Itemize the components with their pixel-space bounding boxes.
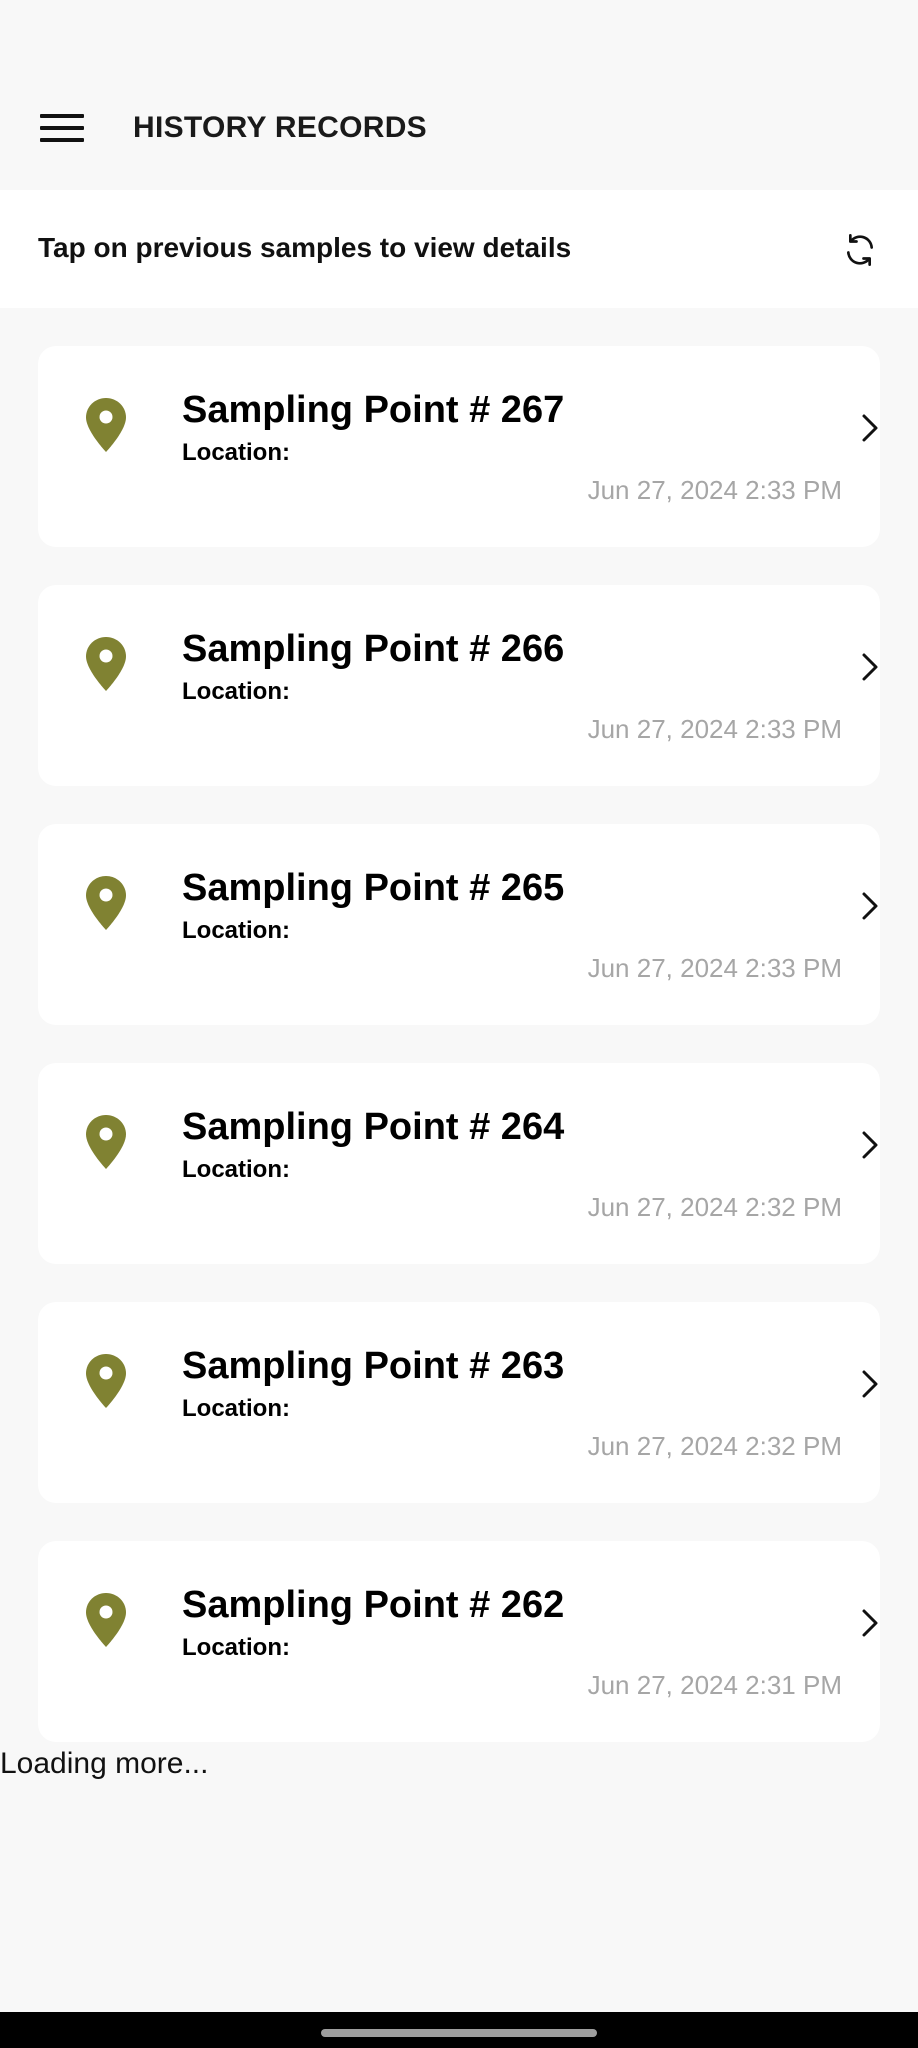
record-location-label: Location: — [182, 439, 290, 466]
record-location-label: Location: — [182, 1395, 290, 1422]
refresh-icon[interactable] — [840, 230, 880, 270]
app-bar: HISTORY RECORDS — [0, 80, 918, 190]
home-indicator[interactable] — [321, 2029, 597, 2037]
record-location-label: Location: — [182, 917, 290, 944]
record-title: Sampling Point # 264 — [182, 1106, 565, 1148]
record-card[interactable]: Sampling Point # 265 Location: Jun 27, 202… — [38, 824, 880, 1025]
location-pin-icon — [84, 635, 128, 693]
record-location-label: Location: — [182, 1156, 290, 1183]
chevron-right-icon[interactable] — [856, 649, 884, 685]
chevron-right-icon[interactable] — [856, 1127, 884, 1163]
record-card[interactable]: Sampling Point # 267 Location: Jun 27, 202… — [38, 346, 880, 547]
status-bar — [0, 0, 918, 80]
record-timestamp: Jun 27, 2024 2:32 PM — [587, 1192, 842, 1222]
chevron-right-icon[interactable] — [856, 1366, 884, 1402]
record-timestamp: Jun 27, 2024 2:31 PM — [587, 1670, 842, 1700]
subheader: Tap on previous samples to view details — [0, 190, 918, 308]
record-timestamp: Jun 27, 2024 2:33 PM — [587, 475, 842, 505]
chevron-right-icon[interactable] — [856, 1605, 884, 1641]
record-card[interactable]: Sampling Point # 262 Location: Jun 27, 202… — [38, 1541, 880, 1742]
record-card[interactable]: Sampling Point # 266 Location: Jun 27, 202… — [38, 585, 880, 786]
instruction-text: Tap on previous samples to view details — [38, 232, 572, 263]
location-pin-icon — [84, 1352, 128, 1410]
hamburger-menu-icon[interactable] — [38, 108, 86, 148]
record-title: Sampling Point # 265 — [182, 867, 565, 909]
chevron-right-icon[interactable] — [856, 410, 884, 446]
navigation-bar — [0, 2012, 918, 2048]
chevron-right-icon[interactable] — [856, 888, 884, 924]
record-timestamp: Jun 27, 2024 2:32 PM — [587, 1431, 842, 1461]
location-pin-icon — [84, 1113, 128, 1171]
location-pin-icon — [84, 396, 128, 454]
record-title: Sampling Point # 266 — [182, 628, 565, 670]
record-location-label: Location: — [182, 1634, 290, 1661]
record-timestamp: Jun 27, 2024 2:33 PM — [587, 714, 842, 744]
loading-more-text: Loading more... — [0, 1747, 209, 1780]
record-title: Sampling Point # 267 — [182, 389, 565, 431]
record-location-label: Location: — [182, 678, 290, 705]
record-timestamp: Jun 27, 2024 2:33 PM — [587, 953, 842, 983]
record-card[interactable]: Sampling Point # 263 Location: Jun 27, 202… — [38, 1302, 880, 1503]
location-pin-icon — [84, 1591, 128, 1649]
page-title: HISTORY RECORDS — [133, 111, 427, 144]
location-pin-icon — [84, 874, 128, 932]
record-card[interactable]: Sampling Point # 264 Location: Jun 27, 202… — [38, 1063, 880, 1264]
record-title: Sampling Point # 262 — [182, 1584, 565, 1626]
record-title: Sampling Point # 263 — [182, 1345, 565, 1387]
